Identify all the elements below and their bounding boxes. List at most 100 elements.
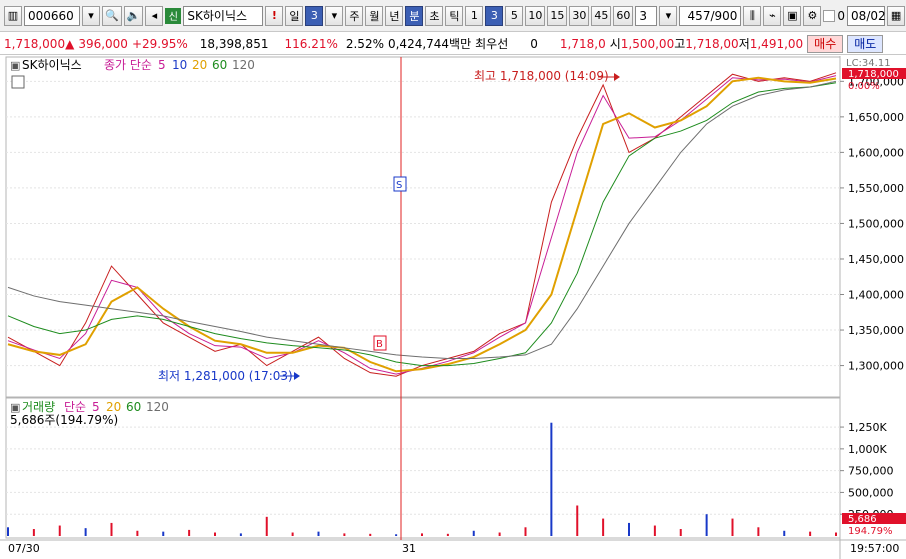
price-tick-label: 1,600,000 [848,146,904,159]
vma60-label: 60 [126,400,141,414]
collapse-icon[interactable]: ▣ [10,59,20,72]
interval-dropdown-button[interactable]: ▾ [659,5,678,26]
date-checkbox[interactable] [823,9,836,22]
vma20-label: 20 [106,400,121,414]
count-input[interactable]: 457/900 [679,5,742,26]
period-dropdown-button[interactable]: ▾ [325,5,344,26]
period-year-tab[interactable]: 년 [385,5,404,26]
volume-tick-label: 750,000 [848,465,894,478]
interval-input[interactable]: 3 [635,5,658,26]
layout-icon[interactable]: ▥ [4,5,22,26]
volume-bar [343,533,346,536]
minute-15-button[interactable]: 15 [547,5,568,26]
volume-bar [214,532,216,536]
price-tick-label: 1,650,000 [848,111,904,124]
gear-icon[interactable]: ⚙ [803,5,822,26]
sell-marker: S [396,180,402,191]
prev-stock-icon[interactable]: ◂ [145,5,164,26]
open-label: 시 [609,37,621,51]
volume-bar [110,522,113,536]
date-input[interactable]: 08/02 [847,5,886,26]
time-label-start: 07/30 [8,542,40,555]
volume-bar [809,531,812,536]
price-tick-label: 1,450,000 [848,253,904,266]
change-pct: +29.95% [131,36,188,51]
price-tick-label: 1,550,000 [848,182,904,195]
volume-bar [653,525,656,536]
sound-icon[interactable]: 🔈 [123,5,144,26]
stock-label: SK하이닉스 [22,58,82,72]
candle-type-icon[interactable]: ⫼ [743,5,762,26]
volume-bar [32,529,35,536]
search-icon[interactable]: 🔍 [102,5,122,26]
minute-10-button[interactable]: 10 [525,5,546,26]
volume-bar [239,533,242,536]
vma120-label: 120 [146,400,169,414]
stock-name-field[interactable]: SK하이닉스 [183,5,264,26]
volume-bar [757,527,760,536]
low-price: 1,491,00 [749,36,804,51]
ma5-label: 5 [158,58,166,72]
volume-bar [188,529,191,536]
high-label: 고 [674,37,686,51]
current-price-value: 1,718,000 [4,36,66,51]
best-label: 최우선 [475,37,509,51]
up-arrow-icon: ▲ [65,36,75,51]
volume-bar [602,518,605,536]
minute-3-button[interactable]: 3 [485,5,504,26]
ma20-label: 20 [192,58,207,72]
current-time: 19:57:00 [850,542,899,555]
volume-bar [472,530,475,536]
date-flag: 0 [837,8,846,23]
period-week-tab[interactable]: 주 [345,5,364,26]
price-ma-title: 종가 단순 [104,58,152,72]
turnover-pct: 2.52% [345,36,384,51]
buy-button[interactable]: 매수 [807,34,844,53]
indicator-icon[interactable]: ⌁ [763,5,782,26]
minute-5-button[interactable]: 5 [505,5,524,26]
volume-bar [291,532,294,536]
period-tick-tab[interactable]: 틱 [445,5,464,26]
volume-bar [524,527,527,536]
period-day-tab[interactable]: 일 [285,5,304,26]
volume-bar [576,505,579,536]
period-month-tab[interactable]: 월 [365,5,384,26]
volume-tick-label: 1,000K [848,443,887,456]
volume-bar [498,532,501,536]
warning-button[interactable]: ! [265,5,284,26]
price-axis: 1,300,000 1,350,000 1,400,000 1,450,000 1,50… [840,75,904,373]
time-label-31: 31 [402,542,416,555]
credit-badge: 신 [165,7,182,24]
code-dropdown-button[interactable]: ▾ [82,5,100,26]
price-tick-label: 1,500,000 [848,217,904,230]
high-price: 1,718,00 [685,36,739,51]
volume-bar [265,516,268,536]
minute-45-button[interactable]: 45 [591,5,612,26]
chart-area[interactable]: 1,300,000 1,350,000 1,400,000 1,450,000 1,50… [0,56,906,559]
current-price-tag: 1,718,000 [848,69,899,80]
count-value: 457 [687,8,711,23]
lc-label: LC:34.11 [846,58,891,69]
period-minute-tab[interactable]: 분 [405,5,424,26]
volume-value: 18,398,851 [199,36,269,51]
table-icon[interactable] [11,75,25,89]
calendar-icon[interactable]: ▦ [887,5,906,26]
volume-bar [317,531,320,536]
save-icon[interactable]: ▣ [783,5,802,26]
ma60-label: 60 [212,58,227,72]
volume-pct-tag: 194.79% [848,526,893,537]
minute-30-button[interactable]: 30 [569,5,590,26]
volume-bar [783,530,786,536]
stock-code-input[interactable]: 000660 [24,5,80,26]
price-tick-label: 1,350,000 [848,324,904,337]
period-second-tab[interactable]: 초 [425,5,444,26]
minute-60-button[interactable]: 60 [613,5,634,26]
volume-current: 5,686주(194.79%) [10,413,118,427]
minute-1-button[interactable]: 1 [465,5,484,26]
volume-bar [705,514,708,536]
volume-tick-label: 1,250K [848,421,887,434]
sell-button[interactable]: 매도 [847,34,884,53]
period-value-field[interactable]: 3 [305,5,324,26]
price-tick-label: 1,300,000 [848,360,904,373]
low-annotation: 최저 1,281,000 (17:03) [158,369,293,383]
